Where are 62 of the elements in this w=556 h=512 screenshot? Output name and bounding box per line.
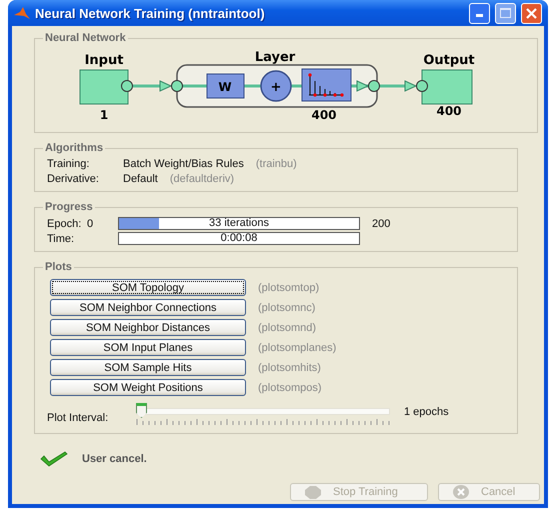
status-message: User cancel. — [82, 453, 147, 465]
field-label: Time: — [47, 232, 76, 244]
output-size: 400 — [436, 104, 462, 118]
function-name: (plotsomtop) — [258, 282, 320, 294]
progress-text: 33 iterations — [208, 217, 270, 229]
close-button[interactable] — [521, 2, 542, 24]
port-node — [416, 80, 428, 92]
plot-button[interactable]: SOM Input Planes — [50, 339, 246, 356]
maximize-icon — [500, 8, 511, 18]
function-name: (defaultderiv) — [170, 173, 234, 185]
window-title: Neural Network Training (nntraintool) — [35, 6, 266, 20]
stop-sign-icon — [305, 486, 321, 498]
sum-node — [260, 70, 292, 102]
connector-arrow — [380, 80, 418, 92]
layer-label: Layer — [254, 50, 296, 65]
function-name: (plotsomhits) — [258, 362, 321, 374]
weight-label: W — [218, 80, 232, 94]
field-value: Default — [123, 173, 158, 185]
checkmark-icon — [40, 451, 68, 467]
slider-value: 1 epochs — [404, 406, 449, 418]
port-node — [171, 80, 183, 92]
connector-arrow — [133, 80, 172, 92]
section-title: Progress — [44, 201, 94, 213]
port-node — [368, 80, 380, 92]
field-label: Derivative: — [47, 173, 100, 185]
slider-thumb[interactable] — [136, 403, 147, 418]
function-name: (plotsomnd) — [258, 322, 316, 334]
field-label: Epoch: — [47, 218, 82, 230]
output-block — [422, 70, 472, 104]
function-name: (plotsomplanes) — [258, 342, 336, 354]
cancel-icon — [453, 485, 469, 499]
function-name: (plotsomnc) — [258, 302, 316, 314]
input-label: Input — [84, 53, 124, 68]
input-size: 1 — [100, 108, 108, 122]
port-node — [121, 80, 133, 92]
plot-button[interactable]: SOM Weight Positions — [50, 379, 246, 396]
transfer-function-icon — [302, 68, 352, 102]
layer-size: 400 — [311, 108, 337, 122]
section-title: Neural Network — [44, 32, 127, 44]
plot-button[interactable]: SOM Topology — [50, 279, 246, 296]
function-name: (plotsompos) — [258, 382, 322, 394]
section-title: Plots — [44, 261, 73, 273]
plot-button[interactable]: SOM Sample Hits — [50, 359, 246, 376]
maximize-button[interactable] — [495, 2, 516, 24]
minimize-button[interactable] — [469, 2, 490, 24]
sum-label: + — [270, 80, 282, 95]
input-block — [80, 70, 128, 104]
arrow-head-icon — [356, 80, 370, 92]
section-title: Algorithms — [44, 142, 104, 154]
plot-button[interactable]: SOM Neighbor Connections — [50, 299, 246, 316]
function-name: (trainbu) — [256, 158, 297, 170]
plot-button[interactable]: SOM Neighbor Distances — [50, 319, 246, 336]
field-label: Plot Interval: — [47, 412, 110, 424]
field-value: Batch Weight/Bias Rules — [123, 158, 244, 170]
app-logo-icon — [14, 6, 30, 20]
output-label: Output — [423, 53, 475, 68]
progress-text: 0:00:08 — [220, 232, 258, 244]
close-icon — [526, 8, 537, 18]
weight-block — [206, 74, 244, 98]
field-label: Training: — [47, 158, 90, 170]
range-start: 0 — [87, 218, 94, 230]
range-end: 200 — [372, 218, 392, 230]
